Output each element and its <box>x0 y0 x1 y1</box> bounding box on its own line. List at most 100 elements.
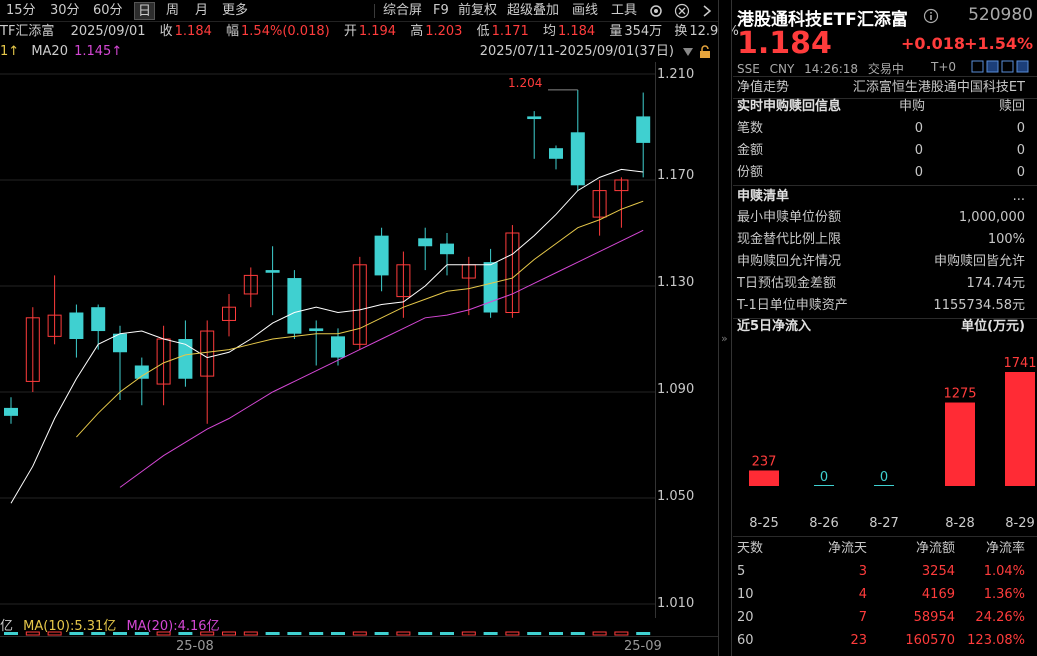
fund-short-name: TF汇添富 <box>0 24 55 39</box>
inflow-value-label: 0 <box>820 470 828 485</box>
row-value: 100% <box>987 232 1025 247</box>
amp-value: 1.54%(0.018) <box>241 24 330 39</box>
f9-button[interactable]: F9 <box>433 2 449 20</box>
redemption-more-button[interactable]: ... <box>1013 186 1025 208</box>
period-week[interactable]: 周 <box>166 2 179 20</box>
chevron-right-icon[interactable] <box>700 3 714 19</box>
inflow-header: 近5日净流入 单位(万元) <box>733 316 1033 338</box>
date-range[interactable]: 2025/07/11-2025/09/01(37日) <box>480 42 674 62</box>
redemption-row: 现金替代比例上限 100% <box>733 229 1033 251</box>
info-icon[interactable] <box>923 8 939 24</box>
toolbar-divider <box>374 4 375 18</box>
candle-body <box>91 307 106 332</box>
gear-icon[interactable] <box>648 3 664 19</box>
candle-body <box>549 148 563 159</box>
row-value: 174.74元 <box>966 276 1026 291</box>
price-change-percent: +1.54% <box>964 34 1033 53</box>
menu-icon[interactable] <box>1016 60 1029 73</box>
grid-icon[interactable] <box>971 60 984 73</box>
date-tick: 25-09 <box>624 639 662 654</box>
cell-net-rate: 123.08% <box>967 633 1025 648</box>
cell-net-amount: 4169 <box>921 587 955 602</box>
period-month[interactable]: 月 <box>195 2 208 20</box>
realtime-row: 金额 0 0 <box>733 140 1033 162</box>
date-axis: 25-08 25-09 <box>0 636 718 656</box>
candle-body <box>178 339 193 379</box>
kline-panel[interactable]: 15分 30分 60分 日 周 月 更多 综合屏 F9 前复权 超级叠加 画线 … <box>0 0 739 656</box>
price-change: +0.018 <box>901 34 966 53</box>
close-icon[interactable] <box>674 3 690 19</box>
period-more[interactable]: 更多 <box>222 2 248 20</box>
col-header: 天数 <box>737 541 764 556</box>
expand-icon[interactable] <box>1001 60 1014 73</box>
panel-collapse-handle[interactable]: » <box>718 0 732 656</box>
price-tick: 1.090 <box>657 382 695 397</box>
table-row: 5 3 3254 1.04% <box>733 561 1033 583</box>
row-label: 笔数 <box>737 121 764 136</box>
candlestick-chart[interactable] <box>0 0 718 656</box>
redemption-row: T-1日单位申赎资产 1155734.58元 <box>733 295 1033 317</box>
open-label: 开 <box>343 24 357 39</box>
row-value: 1,000,000 <box>958 210 1025 225</box>
ma5-line <box>10 168 644 504</box>
row-label: 份额 <box>737 165 764 180</box>
redemption-title: 申赎清单 <box>737 189 790 204</box>
window-icon[interactable] <box>986 60 999 73</box>
table-row: 20 7 58954 24.26% <box>733 607 1033 629</box>
super-overlay-button[interactable]: 超级叠加 <box>507 2 559 20</box>
current-price: 1.184 <box>737 26 832 61</box>
fund-info-panel: 港股通科技ETF汇添富 520980 1.184 +0.018 +1.54% S… <box>733 0 1037 656</box>
cell-days: 60 <box>737 633 754 648</box>
inflow-date-label: 8-27 <box>869 516 899 531</box>
vol-ma10-value: 5.31亿 <box>74 619 117 634</box>
table-header: 天数 净流天 净流额 净流率 <box>733 538 1033 560</box>
cell-net-days: 23 <box>850 633 867 648</box>
cell-net-days: 3 <box>858 564 867 579</box>
volume-unit: 亿 <box>0 619 14 634</box>
candle-body <box>570 132 585 186</box>
purchase-col: 申购 <box>898 99 925 114</box>
quote-time: 14:26:18 <box>804 62 859 76</box>
date-tick: 25-08 <box>176 639 214 654</box>
period-toolbar: 15分 30分 60分 日 周 月 更多 综合屏 F9 前复权 超级叠加 画线 … <box>0 0 718 22</box>
forward-adjust-button[interactable]: 前复权 <box>458 2 497 20</box>
high-value: 1.203 <box>425 24 463 39</box>
composite-screen-button[interactable]: 综合屏 <box>383 2 422 20</box>
cell-net-rate: 24.26% <box>975 610 1025 625</box>
period-60min[interactable]: 60分 <box>93 2 123 20</box>
price-axis: 1.210 1.170 1.130 1.090 1.050 1.010 <box>657 62 717 618</box>
inflow-bar <box>945 402 975 486</box>
period-30min[interactable]: 30分 <box>50 2 80 20</box>
period-day[interactable]: 日 <box>134 2 156 20</box>
cell-net-amount: 3254 <box>921 564 955 579</box>
candle-body <box>309 328 324 332</box>
row-label: T日预估现金差额 <box>737 276 836 291</box>
inflow-value-label: 1741 <box>1003 356 1036 371</box>
trading-status: 交易中 <box>867 62 904 76</box>
lock-icon[interactable] <box>698 45 712 59</box>
realtime-header: 实时申购赎回信息 申购 赎回 <box>733 96 1033 118</box>
candle-body <box>4 407 18 416</box>
draw-line-button[interactable]: 画线 <box>572 2 598 20</box>
dropdown-triangle-icon[interactable] <box>682 47 694 57</box>
redemption-row: 申购赎回允许情况 申购赎回皆允许 <box>733 251 1033 273</box>
low-label: 低 <box>476 24 490 39</box>
vol-label: 量 <box>609 24 623 39</box>
tools-button[interactable]: 工具 <box>611 2 637 20</box>
ma-info-line: 1↑ MA20 1.145↑ 2025/07/11-2025/09/01(37日… <box>0 42 718 62</box>
cell-days: 5 <box>737 564 746 579</box>
period-15min[interactable]: 15分 <box>6 2 36 20</box>
candle-body <box>331 336 345 358</box>
realtime-row: 份额 0 0 <box>733 162 1033 184</box>
redeem-col: 赎回 <box>998 99 1025 114</box>
candle-body <box>483 262 498 313</box>
ma20-value: 1.145↑ <box>74 44 123 59</box>
col-header: 净流额 <box>915 541 955 556</box>
currency: CNY <box>769 62 795 76</box>
row-label: T-1日单位申赎资产 <box>737 298 848 313</box>
row-label: 申购赎回允许情况 <box>737 254 842 269</box>
row-value: 1155734.58元 <box>933 298 1025 313</box>
volume-ma-line: 亿 MA(10):5.31亿 MA(20):4.16亿 <box>0 618 718 636</box>
vol-value: 354万 <box>624 24 663 39</box>
cell-days: 10 <box>737 587 754 602</box>
